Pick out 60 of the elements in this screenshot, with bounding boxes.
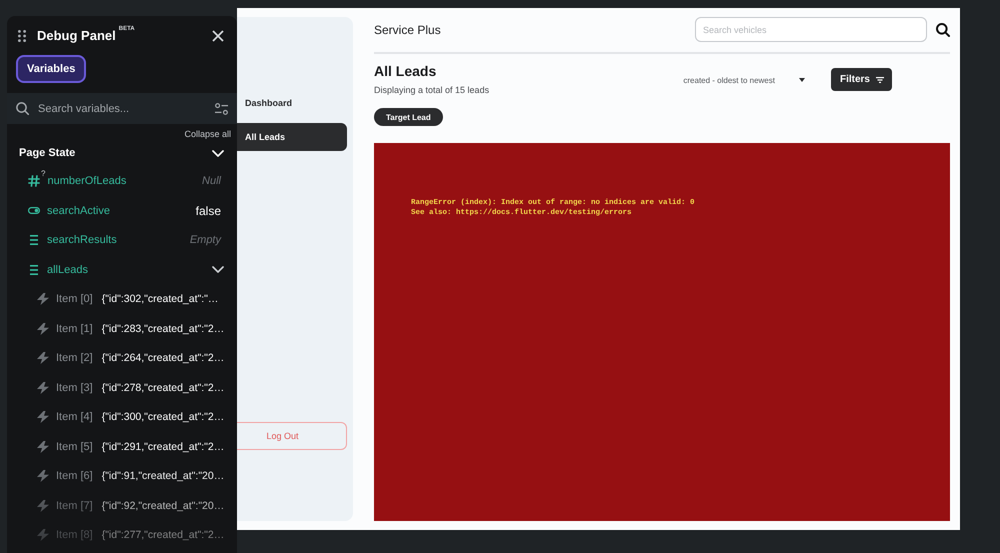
app-title: Service Plus	[374, 22, 441, 36]
item-value: {"id":278,"created_at":"2…	[102, 382, 224, 394]
item-label[interactable]: Item [2]	[56, 352, 93, 364]
filter-icon	[876, 76, 884, 82]
item-label[interactable]: Item [6]	[56, 470, 93, 482]
item-value: {"id":300,"created_at":"2…	[102, 411, 224, 424]
bolt-icon	[37, 382, 49, 394]
item-value: {"id":91,"created_at":"20…	[102, 470, 224, 482]
list-icon	[30, 235, 38, 246]
item-label[interactable]: Item [1]	[56, 322, 93, 335]
bolt-icon	[37, 293, 49, 306]
hash-icon	[28, 175, 40, 188]
bolt-icon	[37, 411, 49, 424]
sliders-icon[interactable]	[215, 102, 228, 114]
variable-name[interactable]: searchActive	[47, 204, 110, 217]
search-field[interactable]: Search variables...	[7, 93, 237, 124]
panel-title: Debug Panel	[37, 28, 116, 44]
search-input[interactable]: Search variables...	[38, 102, 206, 114]
item-value: {"id":264,"created_at":"2…	[102, 352, 224, 364]
chevron-down-icon[interactable]	[212, 266, 224, 274]
variable-name[interactable]: numberOfLeads	[47, 175, 126, 188]
variable-name[interactable]: searchResults	[47, 234, 117, 246]
bolt-icon	[37, 470, 49, 482]
close-icon[interactable]	[212, 30, 224, 42]
item-value: {"id":277,"created_at":"2…	[102, 529, 224, 542]
bolt-icon	[37, 352, 49, 364]
drag-handle-icon[interactable]	[18, 30, 26, 42]
variable-value: false	[196, 204, 221, 218]
variable-value: Null	[202, 175, 221, 188]
toggle-icon	[28, 207, 40, 214]
page-heading: All Leads	[374, 63, 438, 80]
collapse-all-link[interactable]: Collapse all	[184, 128, 231, 140]
item-label[interactable]: Item [0]	[56, 293, 93, 306]
nullable-mark: ?	[41, 170, 46, 178]
item-label[interactable]: Item [3]	[56, 382, 93, 394]
nav-item[interactable]: All Leads	[237, 123, 347, 151]
page-subtitle: Displaying a total of 15 leads	[374, 84, 490, 96]
item-value: {"id":291,"created_at":"2…	[102, 440, 224, 453]
search-field[interactable]: Search vehicles	[695, 17, 927, 42]
target-chip[interactable]: Target Lead	[374, 108, 443, 126]
item-value: {"id":283,"created_at":"2…	[102, 322, 224, 335]
nav-item[interactable]: Dashboard	[237, 89, 347, 117]
search-icon[interactable]	[936, 22, 950, 36]
item-label[interactable]: Item [4]	[56, 411, 93, 424]
filters-button[interactable]: Filters	[830, 68, 892, 91]
sort-dropdown[interactable]: created - oldest to newest	[683, 74, 805, 86]
bolt-icon	[37, 529, 49, 542]
bolt-icon	[37, 322, 49, 335]
caret-icon	[798, 78, 805, 82]
variable-value: Empty	[190, 234, 221, 246]
bolt-icon	[37, 440, 49, 453]
variables-tab[interactable]: Variables	[16, 55, 86, 83]
item-value: {"id":302,"created_at":"…	[102, 293, 218, 306]
variable-name[interactable]: allLeads	[47, 264, 88, 276]
list-icon	[30, 264, 38, 275]
search-icon	[16, 102, 29, 115]
item-value: {"id":92,"created_at":"20…	[102, 500, 224, 512]
bolt-icon	[37, 500, 49, 512]
item-label[interactable]: Item [5]	[56, 440, 93, 453]
section-title: Page State	[19, 147, 76, 160]
